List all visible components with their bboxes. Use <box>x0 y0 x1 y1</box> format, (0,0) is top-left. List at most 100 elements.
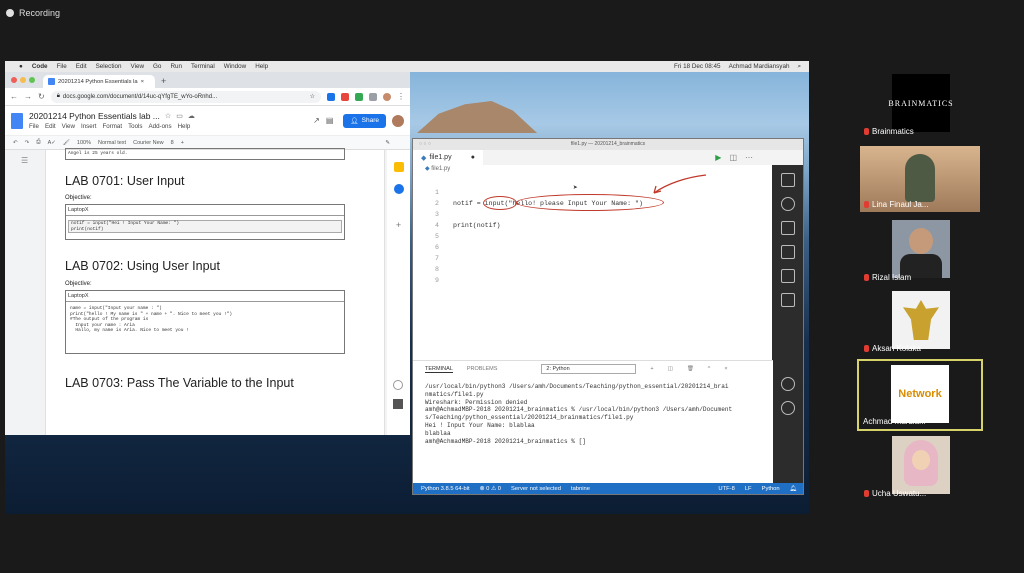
font-size-select[interactable]: 8 <box>171 140 174 146</box>
edit-mode-icon[interactable]: ✎ <box>385 140 410 146</box>
extensions-icon[interactable] <box>780 269 795 283</box>
docs-menu-item[interactable]: Format <box>102 123 122 130</box>
docs-menu-item[interactable]: Insert <box>81 123 96 130</box>
google-docs-icon[interactable] <box>11 112 23 129</box>
extension-icon[interactable] <box>341 92 349 101</box>
maximize-panel-icon[interactable]: ^ <box>708 366 711 372</box>
window-controls-icon[interactable]: ○ ○ ○ <box>419 139 431 150</box>
close-window-icon[interactable] <box>11 77 17 83</box>
problems-count[interactable]: ⊗ 0 ⚠ 0 <box>480 486 501 492</box>
back-icon[interactable]: ← <box>10 92 18 101</box>
forward-icon[interactable]: → <box>24 92 32 101</box>
add-on-icon[interactable]: + <box>387 220 410 230</box>
search-icon[interactable] <box>780 197 795 211</box>
code-editor[interactable]: 1 2 3 4 5 6 7 8 9 notif = input("hello! … <box>413 174 773 355</box>
menubar-item[interactable]: Go <box>153 63 161 70</box>
kill-terminal-icon[interactable]: 🗑︎ <box>687 366 694 372</box>
menubar-item[interactable]: File <box>57 63 67 70</box>
encoding-status[interactable]: UTF-8 <box>718 486 734 492</box>
keep-icon[interactable] <box>393 162 404 172</box>
outline-icon[interactable]: ☰ <box>21 156 28 165</box>
document-title[interactable]: 20201214 Python Essentials lab ... <box>29 111 160 121</box>
eol-status[interactable]: LF <box>745 486 752 492</box>
extension-icon[interactable] <box>369 92 377 101</box>
docs-menu-item[interactable]: Edit <box>45 123 56 130</box>
split-terminal-icon[interactable]: ◫ <box>668 366 673 372</box>
side-panel-toggle-icon[interactable] <box>393 399 403 409</box>
tab-problems[interactable]: PROBLEMS <box>467 366 498 372</box>
share-button[interactable]: 👤︎ Share <box>343 113 386 128</box>
docs-menu-item[interactable]: Tools <box>128 123 142 130</box>
font-select[interactable]: Courier New <box>133 140 164 146</box>
new-tab-icon[interactable]: + <box>155 76 166 88</box>
run-debug-icon[interactable] <box>780 245 795 259</box>
explore-icon[interactable] <box>393 380 403 390</box>
menubar-item[interactable]: Code <box>32 63 48 70</box>
breadcrumb-file[interactable]: file1.py <box>431 166 450 172</box>
menubar-item[interactable]: View <box>130 63 144 70</box>
menubar-item[interactable]: Terminal <box>191 63 215 70</box>
paint-format-icon[interactable]: 🖌︎ <box>63 140 70 146</box>
move-folder-icon[interactable]: ▭ <box>176 112 183 120</box>
menubar-item[interactable]: Window <box>224 63 246 70</box>
cloud-saved-icon[interactable]: ☁ <box>188 112 195 120</box>
star-icon[interactable]: ☆ <box>165 112 171 120</box>
style-select[interactable]: Normal text <box>98 140 126 146</box>
extension-icon[interactable] <box>355 92 363 101</box>
close-tab-icon[interactable]: × <box>141 79 144 85</box>
new-terminal-icon[interactable]: + <box>650 366 653 372</box>
menubar-item[interactable]: Run <box>170 63 182 70</box>
bookmark-star-icon[interactable]: ☆ <box>310 93 315 100</box>
increase-size-icon[interactable]: + <box>181 140 184 146</box>
run-icon[interactable]: ▶ <box>715 153 721 162</box>
comments-icon[interactable]: ▤ <box>326 116 334 125</box>
more-actions-icon[interactable]: ⋯ <box>745 153 753 162</box>
zoom-window-icon[interactable] <box>29 77 35 83</box>
explorer-icon[interactable] <box>780 173 795 187</box>
notifications-bell-icon[interactable]: 🔔︎ <box>790 486 797 492</box>
print-icon[interactable]: ⎙ <box>36 139 40 146</box>
source-control-icon[interactable] <box>780 221 795 235</box>
menubar-item[interactable]: Selection <box>96 63 122 70</box>
zoom-select[interactable]: 100% <box>77 140 91 146</box>
activity-icon[interactable]: ↗ <box>313 116 320 125</box>
accounts-icon[interactable] <box>780 377 795 391</box>
docs-menu-item[interactable]: Add-ons <box>149 123 172 130</box>
minimize-window-icon[interactable] <box>20 77 26 83</box>
menubar-item[interactable]: Edit <box>76 63 87 70</box>
terminal-select[interactable]: 2: Python <box>541 364 637 374</box>
tab-terminal[interactable]: TERMINAL <box>425 366 453 373</box>
docs-menu-item[interactable]: View <box>62 123 75 130</box>
close-panel-icon[interactable]: × <box>724 366 727 372</box>
menubar-item[interactable]: Help <box>255 63 268 70</box>
tasks-icon[interactable] <box>393 184 404 194</box>
apple-icon[interactable]: ● <box>19 63 23 70</box>
python-interpreter[interactable]: Python 3.8.5 64-bit <box>421 486 470 492</box>
editor-tab[interactable]: ◆ file1.py ● <box>413 150 483 165</box>
docs-menu-item[interactable]: File <box>29 123 39 130</box>
docs-menu-item[interactable]: Help <box>178 123 191 130</box>
redo-icon[interactable]: ↷ <box>25 140 30 146</box>
undo-icon[interactable]: ↶ <box>13 140 18 146</box>
participant-tile[interactable]: BRAINMATICS Brainmatics <box>860 73 980 139</box>
participant-tile[interactable]: Aksan Kolaka <box>860 290 980 356</box>
settings-gear-icon[interactable] <box>780 401 795 415</box>
extension-icon[interactable] <box>327 92 335 101</box>
participant-tile-active-speaker[interactable]: Network Achmad Mardia... <box>857 359 983 431</box>
address-bar[interactable]: 🔒︎ docs.google.com/document/d/14uc-qYfgT… <box>50 90 321 103</box>
more-menu-icon[interactable]: ⋮ <box>397 92 405 101</box>
split-editor-icon[interactable]: ◫ <box>729 153 737 162</box>
browser-tab[interactable]: 20201214 Python Essentials la × <box>43 75 155 88</box>
participant-tile[interactable]: Ucha Uswatu... <box>860 435 980 501</box>
language-mode[interactable]: Python <box>762 486 780 492</box>
tabnine-status[interactable]: tabnine <box>571 486 590 492</box>
server-status[interactable]: Server not selected <box>511 486 561 492</box>
terminal-output[interactable]: /usr/local/bin/python3 /Users/amh/Docume… <box>413 377 773 445</box>
reload-icon[interactable]: ↻ <box>38 92 45 101</box>
search-icon[interactable]: ⌕ <box>797 63 801 71</box>
menubar-user[interactable]: Achmad Mardiansyah <box>729 63 790 71</box>
menubar-clock[interactable]: Fri 18 Dec 08:45 <box>674 63 721 71</box>
participant-tile[interactable]: Lina Finaul Ja... <box>860 146 980 212</box>
testing-icon[interactable] <box>780 293 795 307</box>
unsaved-dot-icon[interactable]: ● <box>471 154 475 161</box>
